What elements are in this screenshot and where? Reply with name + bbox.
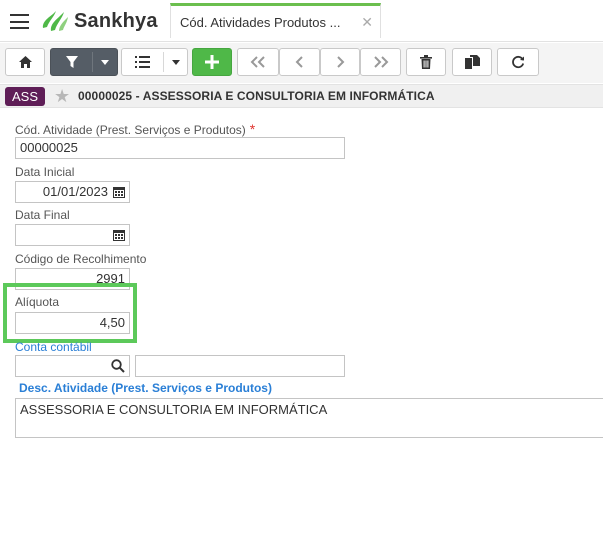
calendar-icon[interactable]: [113, 186, 125, 198]
previous-record-button[interactable]: [279, 48, 320, 76]
codigo-recolhimento-field[interactable]: 2991: [15, 268, 130, 290]
cod-atividade-field[interactable]: 00000025: [15, 137, 345, 159]
close-icon[interactable]: ✕: [361, 14, 373, 31]
codigo-recolhimento-value: 2991: [96, 271, 125, 286]
first-record-button[interactable]: [237, 48, 279, 76]
data-final-label: Data Final: [15, 208, 70, 222]
previous-icon: [295, 56, 303, 68]
add-button[interactable]: [192, 48, 232, 76]
brand-name: Sankhya: [74, 9, 158, 32]
list-view-button[interactable]: [121, 48, 188, 76]
data-inicial-value: 01/01/2023: [42, 184, 108, 199]
record-title: 00000025 - ASSESSORIA E CONSULTORIA EM I…: [78, 89, 435, 103]
home-button[interactable]: [5, 48, 45, 76]
data-final-field[interactable]: [15, 224, 130, 246]
last-record-button[interactable]: [360, 48, 401, 76]
desc-atividade-textarea[interactable]: ASSESSORIA E CONSULTORIA EM INFORMÁTICA: [15, 398, 603, 438]
sankhya-logo-icon: [42, 11, 68, 31]
first-icon: [250, 56, 265, 68]
conta-contabil-code-field[interactable]: [15, 355, 130, 377]
data-inicial-field[interactable]: 01/01/2023: [15, 181, 130, 203]
desc-atividade-value: ASSESSORIA E CONSULTORIA EM INFORMÁTICA: [20, 402, 328, 417]
aliquota-field[interactable]: 4,50: [15, 312, 130, 334]
home-icon: [18, 56, 32, 68]
conta-contabil-link[interactable]: Conta contábil: [15, 340, 92, 354]
filter-icon: [66, 56, 78, 68]
codigo-recolhimento-label: Código de Recolhimento: [15, 252, 147, 266]
desc-atividade-label: Desc. Atividade (Prest. Serviços e Produ…: [19, 381, 272, 395]
last-icon: [373, 56, 388, 68]
favorite-star-icon[interactable]: ★: [54, 86, 70, 106]
conta-contabil-desc-field[interactable]: [135, 355, 345, 377]
record-title-bar: ASS ★ 00000025 - ASSESSORIA E CONSULTORI…: [0, 84, 603, 108]
next-record-button[interactable]: [320, 48, 360, 76]
trash-icon: [420, 55, 432, 69]
tab-cod-atividades[interactable]: Cód. Atividades Produtos ... ✕: [170, 3, 381, 38]
search-icon[interactable]: [111, 359, 125, 373]
toolbar: [0, 43, 603, 83]
duplicate-icon: [464, 55, 480, 69]
cod-atividade-label: Cód. Atividade (Prest. Serviços e Produt…: [15, 121, 256, 137]
refresh-button[interactable]: [497, 48, 539, 76]
top-bar: Sankhya Cód. Atividades Produtos ... ✕: [0, 0, 603, 42]
required-marker: *: [249, 121, 256, 137]
data-inicial-label: Data Inicial: [15, 165, 75, 179]
chevron-down-icon[interactable]: [172, 60, 180, 65]
cod-atividade-value: 00000025: [20, 140, 78, 155]
aliquota-label: Alíquota: [15, 295, 60, 309]
chevron-down-icon[interactable]: [101, 60, 109, 65]
logo[interactable]: Sankhya: [40, 8, 158, 34]
filter-button[interactable]: [50, 48, 118, 76]
delete-button[interactable]: [406, 48, 446, 76]
aliquota-value: 4,50: [99, 315, 125, 330]
next-icon: [337, 56, 345, 68]
calendar-icon[interactable]: [113, 229, 125, 241]
list-icon: [135, 56, 150, 68]
refresh-icon: [512, 55, 525, 69]
add-icon: [205, 55, 219, 69]
duplicate-button[interactable]: [452, 48, 492, 76]
tab-label: Cód. Atividades Produtos ...: [180, 15, 341, 30]
hamburger-menu-icon[interactable]: [10, 14, 29, 29]
status-badge: ASS: [5, 87, 45, 106]
